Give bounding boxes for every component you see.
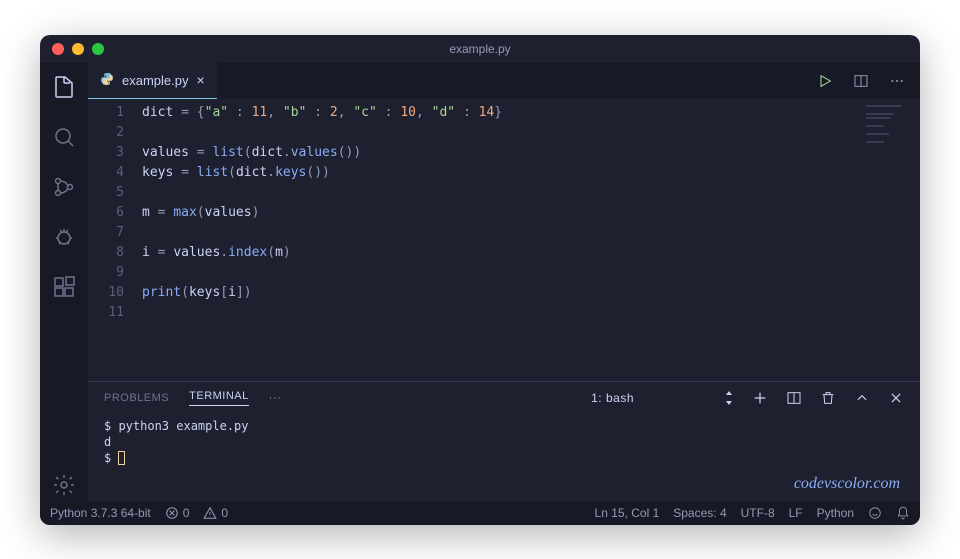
tab-close-icon[interactable]: × xyxy=(196,72,204,88)
line-number: 4 xyxy=(88,163,124,183)
status-eol[interactable]: LF xyxy=(789,506,803,520)
terminal-line: $ xyxy=(104,450,904,466)
code-line[interactable]: print(keys[i]) xyxy=(142,283,920,303)
tab-example-py[interactable]: example.py × xyxy=(88,63,217,99)
status-bar: Python 3.7.3 64-bit 0 0 Ln 15, Col 1 Spa… xyxy=(40,501,920,525)
line-number: 6 xyxy=(88,203,124,223)
explorer-icon[interactable] xyxy=(52,75,76,99)
shell-select-label: 1: bash xyxy=(591,391,634,405)
line-number: 11 xyxy=(88,303,124,323)
terminal-line: d xyxy=(104,434,904,450)
python-file-icon xyxy=(100,72,114,89)
line-number: 8 xyxy=(88,243,124,263)
minimap[interactable] xyxy=(866,105,916,145)
terminal-cursor xyxy=(118,451,125,465)
code-line[interactable] xyxy=(142,263,920,283)
code-line[interactable] xyxy=(142,123,920,143)
maximize-window-button[interactable] xyxy=(92,43,104,55)
code-line[interactable] xyxy=(142,303,920,323)
maximize-panel-icon[interactable] xyxy=(854,390,870,406)
debug-icon[interactable] xyxy=(52,225,76,249)
code-line[interactable]: m = max(values) xyxy=(142,203,920,223)
status-warnings[interactable]: 0 xyxy=(203,506,228,520)
watermark: codevscolor.com xyxy=(794,475,900,493)
panel-more-icon[interactable]: ··· xyxy=(269,392,282,404)
code-line[interactable] xyxy=(142,183,920,203)
close-panel-icon[interactable] xyxy=(888,390,904,406)
extensions-icon[interactable] xyxy=(52,275,76,299)
line-number: 9 xyxy=(88,263,124,283)
new-terminal-icon[interactable] xyxy=(752,390,768,406)
run-icon[interactable] xyxy=(816,72,834,90)
code-line[interactable]: keys = list(dict.keys()) xyxy=(142,163,920,183)
vscode-window: example.py xyxy=(40,35,920,525)
main-area: example.py × 1234567891011 xyxy=(88,63,920,501)
window-title: example.py xyxy=(449,42,510,56)
status-cursor-position[interactable]: Ln 15, Col 1 xyxy=(595,506,660,520)
panel-actions: 1: bash xyxy=(591,390,904,406)
line-number: 7 xyxy=(88,223,124,243)
titlebar: example.py xyxy=(40,35,920,63)
code-content[interactable]: dict = {"a" : 11, "b" : 2, "c" : 10, "d"… xyxy=(142,99,920,381)
status-language[interactable]: Python xyxy=(817,506,854,520)
editor[interactable]: 1234567891011 dict = {"a" : 11, "b" : 2,… xyxy=(88,99,920,381)
close-window-button[interactable] xyxy=(52,43,64,55)
tab-bar: example.py × xyxy=(88,63,920,99)
status-feedback-icon[interactable] xyxy=(868,506,882,520)
status-encoding[interactable]: UTF-8 xyxy=(741,506,775,520)
line-number: 5 xyxy=(88,183,124,203)
minimize-window-button[interactable] xyxy=(72,43,84,55)
split-terminal-icon[interactable] xyxy=(786,390,802,406)
terminal-shell-select[interactable]: 1: bash xyxy=(591,391,734,405)
status-python-version[interactable]: Python 3.7.3 64-bit xyxy=(50,506,151,520)
code-line[interactable]: dict = {"a" : 11, "b" : 2, "c" : 10, "d"… xyxy=(142,103,920,123)
editor-actions xyxy=(816,72,920,90)
status-notifications-icon[interactable] xyxy=(896,506,910,520)
status-indentation[interactable]: Spaces: 4 xyxy=(673,506,726,520)
window-controls xyxy=(52,43,104,55)
status-errors[interactable]: 0 xyxy=(165,506,190,520)
line-number: 2 xyxy=(88,123,124,143)
code-line[interactable] xyxy=(142,223,920,243)
line-number: 10 xyxy=(88,283,124,303)
line-number: 3 xyxy=(88,143,124,163)
code-line[interactable]: values = list(dict.values()) xyxy=(142,143,920,163)
more-actions-icon[interactable] xyxy=(888,72,906,90)
search-icon[interactable] xyxy=(52,125,76,149)
activity-bar xyxy=(40,63,88,501)
panel-tab-bar: PROBLEMS TERMINAL ··· 1: bash xyxy=(88,382,920,414)
panel-tab-problems[interactable]: PROBLEMS xyxy=(104,392,169,404)
settings-gear-icon[interactable] xyxy=(52,477,76,501)
split-editor-icon[interactable] xyxy=(852,72,870,90)
source-control-icon[interactable] xyxy=(52,175,76,199)
terminal-line: $ python3 example.py xyxy=(104,418,904,434)
tab-filename: example.py xyxy=(122,73,188,88)
code-line[interactable]: i = values.index(m) xyxy=(142,243,920,263)
kill-terminal-icon[interactable] xyxy=(820,390,836,406)
panel-tab-terminal[interactable]: TERMINAL xyxy=(189,390,249,406)
line-number: 1 xyxy=(88,103,124,123)
line-gutter: 1234567891011 xyxy=(88,99,142,381)
window-body: example.py × 1234567891011 xyxy=(40,63,920,501)
